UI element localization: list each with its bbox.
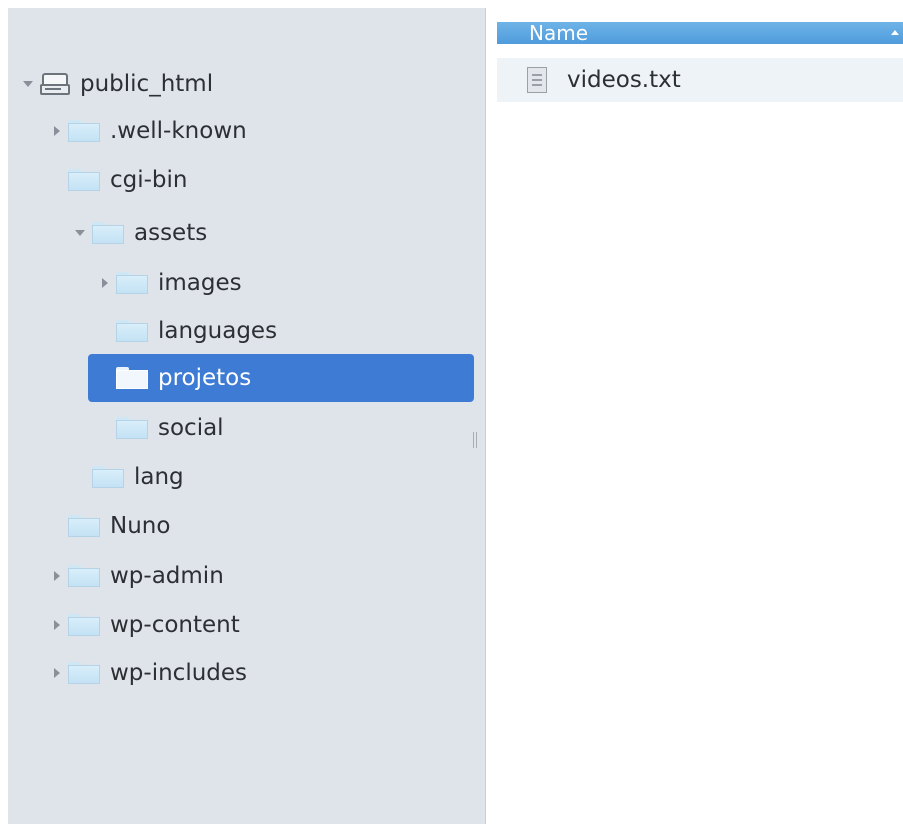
folder-icon <box>68 120 100 142</box>
directory-tree: public_html .well-known cgi-bin assets i… <box>8 8 486 824</box>
tree-node-cgi-bin[interactable]: cgi-bin <box>50 156 188 204</box>
collapse-arrow-icon[interactable] <box>50 569 64 583</box>
folder-icon <box>68 169 100 191</box>
tree-node-label: wp-content <box>110 612 240 638</box>
tree-node-label: public_html <box>80 71 214 97</box>
column-header-label: Name <box>529 21 589 45</box>
tree-node-label: cgi-bin <box>110 167 188 193</box>
collapse-arrow-icon[interactable] <box>50 618 64 632</box>
folder-icon <box>68 662 100 684</box>
tree-node-lang[interactable]: lang <box>74 453 184 501</box>
collapse-arrow-icon[interactable] <box>50 124 64 138</box>
tree-node-public-html[interactable]: public_html <box>22 60 213 108</box>
file-manager: public_html .well-known cgi-bin assets i… <box>0 0 903 824</box>
sort-ascending-icon <box>891 30 899 35</box>
tree-node-projetos[interactable]: projetos <box>88 354 474 402</box>
file-list: Name videos.txt <box>497 8 903 824</box>
tree-node-label: projetos <box>158 365 252 391</box>
expand-arrow-icon[interactable] <box>22 77 36 91</box>
folder-icon <box>68 515 100 537</box>
text-file-icon <box>527 67 547 93</box>
tree-node-wp-admin[interactable]: wp-admin <box>50 552 224 600</box>
folder-icon <box>92 466 124 488</box>
tree-node-label: social <box>158 415 224 441</box>
tree-node-label: languages <box>158 318 278 344</box>
folder-icon <box>68 614 100 636</box>
tree-node-label: .well-known <box>110 118 247 144</box>
collapse-arrow-icon[interactable] <box>50 666 64 680</box>
drive-icon <box>40 73 70 95</box>
open-folder-icon <box>116 367 148 389</box>
tree-node-wp-content[interactable]: wp-content <box>50 601 240 649</box>
tree-node-social[interactable]: social <box>98 404 224 452</box>
tree-node-languages[interactable]: languages <box>98 307 277 355</box>
file-row[interactable]: videos.txt <box>497 58 903 102</box>
tree-node-assets[interactable]: assets <box>74 209 207 257</box>
tree-node-label: lang <box>134 464 184 490</box>
pane-resize-handle[interactable] <box>473 432 477 448</box>
folder-icon <box>68 565 100 587</box>
tree-node-well-known[interactable]: .well-known <box>50 107 247 155</box>
tree-node-images[interactable]: images <box>98 259 242 307</box>
tree-node-label: wp-includes <box>110 660 248 686</box>
tree-node-label: images <box>158 270 242 296</box>
expand-arrow-icon[interactable] <box>74 226 88 240</box>
collapse-arrow-icon[interactable] <box>98 276 112 290</box>
tree-node-label: wp-admin <box>110 563 224 589</box>
folder-icon <box>116 417 148 439</box>
folder-icon <box>92 222 124 244</box>
column-header-name[interactable]: Name <box>497 22 903 44</box>
tree-node-nuno[interactable]: Nuno <box>50 502 170 550</box>
tree-node-label: Nuno <box>110 513 171 539</box>
file-name: videos.txt <box>567 67 681 93</box>
folder-icon <box>116 320 148 342</box>
folder-icon <box>116 272 148 294</box>
tree-node-label: assets <box>134 220 208 246</box>
tree-node-wp-includes[interactable]: wp-includes <box>50 649 247 697</box>
